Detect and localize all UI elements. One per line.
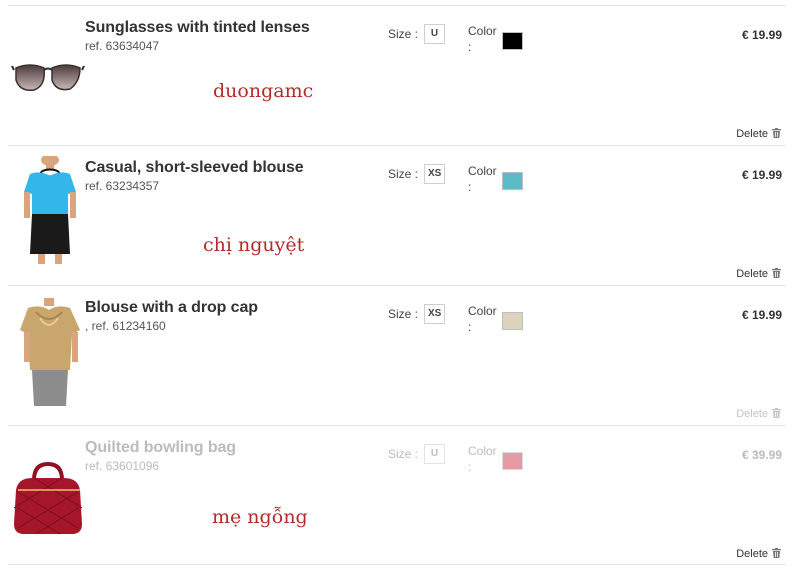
cart-item-drop-cap-blouse: Blouse with a drop cap , ref. 61234160 S… [8, 285, 786, 425]
color-label: Color : [468, 304, 497, 334]
size-label: Size : [388, 27, 419, 41]
shopping-cart-list: Sunglasses with tinted lenses ref. 63634… [0, 0, 797, 574]
item-reference: ref. 63634047 [85, 39, 160, 53]
item-price: € 39.99 [741, 448, 782, 462]
trash-icon [772, 128, 781, 138]
color-swatch[interactable] [502, 172, 523, 190]
item-title[interactable]: Sunglasses with tinted lenses [85, 19, 310, 37]
size-selector[interactable]: XS [424, 304, 446, 324]
handwritten-annotation: duongamc [213, 80, 314, 102]
color-swatch[interactable] [502, 452, 523, 470]
cart-item-casual-blouse: Casual, short-sleeved blouse ref. 632343… [8, 145, 786, 285]
handwritten-annotation: chị nguyệt [203, 234, 305, 256]
trash-icon [772, 268, 781, 278]
delete-button[interactable]: Delete [736, 408, 781, 420]
size-label: Size : [388, 307, 419, 321]
delete-label: Delete [736, 128, 768, 140]
item-reference: , ref. 61234160 [85, 319, 166, 333]
handwritten-annotation: mẹ ngỗng [212, 506, 308, 528]
item-reference: ref. 63234357 [85, 179, 160, 193]
delete-label: Delete [736, 408, 768, 420]
size-selector[interactable]: U [424, 24, 445, 44]
cart-item-bowling-bag: Quilted bowling bag ref. 63601096 Size :… [8, 425, 786, 565]
delete-button[interactable]: Delete [736, 548, 781, 560]
size-label: Size : [388, 447, 419, 461]
delete-button[interactable]: Delete [736, 268, 781, 280]
item-reference: ref. 63601096 [85, 459, 160, 473]
delete-label: Delete [736, 548, 768, 560]
item-title[interactable]: Blouse with a drop cap [85, 299, 258, 317]
color-label: Color : [468, 164, 497, 194]
size-label: Size : [388, 167, 419, 181]
gold-blouse-image[interactable] [10, 298, 86, 406]
size-selector[interactable]: U [424, 444, 445, 464]
blue-blouse-image[interactable] [10, 156, 86, 264]
size-selector[interactable]: XS [424, 164, 446, 184]
trash-icon [772, 408, 781, 418]
color-swatch[interactable] [502, 32, 523, 50]
item-title[interactable]: Quilted bowling bag [85, 439, 236, 457]
color-swatch[interactable] [502, 312, 523, 330]
color-label: Color : [468, 444, 497, 474]
item-title[interactable]: Casual, short-sleeved blouse [85, 159, 304, 177]
delete-label: Delete [736, 268, 768, 280]
red-bag-image[interactable] [10, 442, 86, 550]
item-price: € 19.99 [741, 28, 782, 42]
sunglasses-image[interactable] [10, 10, 86, 118]
item-price: € 19.99 [741, 308, 782, 322]
cart-item-sunglasses: Sunglasses with tinted lenses ref. 63634… [8, 5, 786, 145]
item-price: € 19.99 [741, 168, 782, 182]
color-label: Color : [468, 24, 497, 54]
delete-button[interactable]: Delete [736, 128, 781, 140]
trash-icon [772, 548, 781, 558]
